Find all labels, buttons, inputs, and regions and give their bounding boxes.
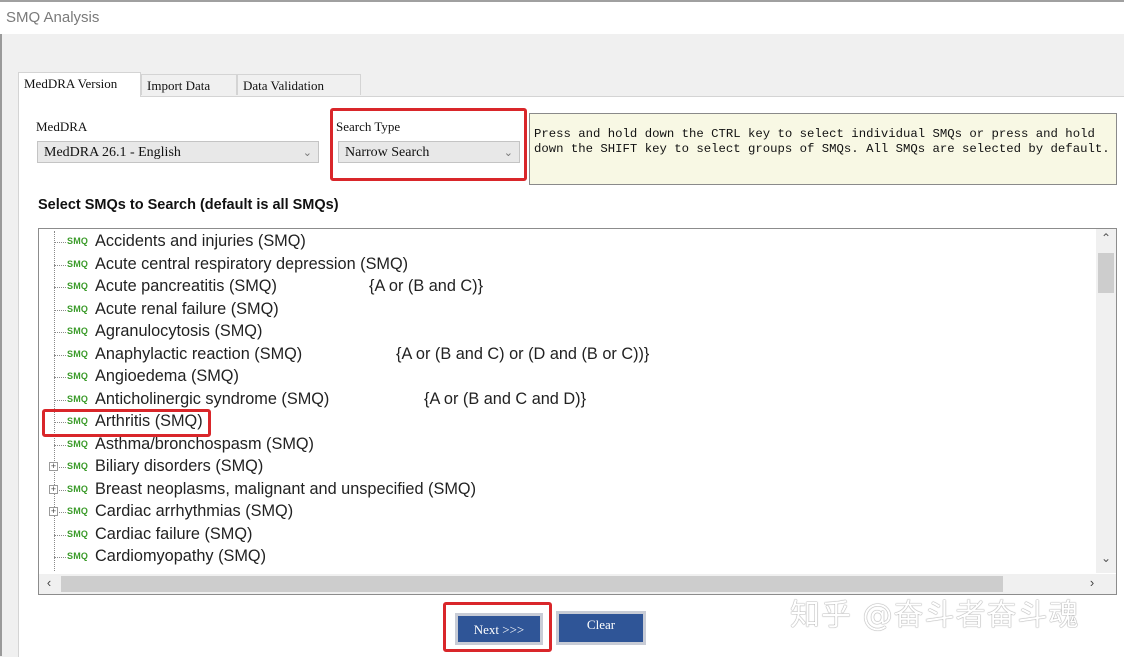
smq-icon: SMQ [67, 326, 89, 336]
search-type-label: Search Type [336, 119, 401, 134]
tree-connector [54, 399, 66, 401]
vertical-scroll-thumb[interactable] [1098, 253, 1114, 293]
smq-item-name: Cardiac arrhythmias (SMQ) [95, 502, 294, 520]
smq-tree-item[interactable]: SMQ Anaphylactic reaction (SMQ) {A or (B a… [39, 344, 1095, 367]
smq-tree-item[interactable]: SMQ Acute pancreatitis (SMQ) {A or (B and … [39, 276, 1095, 299]
meddra-version-select[interactable]: MedDRA 26.1 - English ⌄ [37, 141, 319, 163]
expand-icon[interactable]: + [49, 507, 58, 516]
search-type-value: Narrow Search [345, 145, 430, 160]
smq-algorithm-formula: {A or (B and C and D)} [424, 389, 587, 408]
window-title: SMQ Analysis [6, 9, 100, 26]
tree-connector [54, 354, 66, 356]
smq-icon: SMQ [67, 281, 89, 291]
smq-icon: SMQ [67, 393, 89, 404]
expand-icon[interactable]: + [49, 462, 58, 471]
vertical-scrollbar[interactable]: ⌃ ⌄ [1096, 229, 1116, 573]
tree-connector [54, 332, 66, 333]
smq-algorithm-formula: {A or (B and C) or (D and (B or C))} [396, 344, 650, 363]
smq-tree-item[interactable]: SMQ Cardiac failure (SMQ) [39, 524, 1095, 547]
smq-tree-item[interactable]: SMQ Arthritis (SMQ) [39, 411, 1095, 434]
tree-connector [54, 377, 66, 378]
smq-icon: SMQ [67, 258, 89, 269]
smq-tree-item[interactable]: SMQ Angioedema (SMQ) [39, 366, 1095, 389]
tab-import-data[interactable]: Import Data [141, 74, 237, 95]
tab-data-validation[interactable]: Data Validation [237, 74, 361, 95]
smq-tree-item[interactable]: SMQ Agranulocytosis (SMQ) [39, 321, 1095, 344]
smq-item-name: Acute pancreatitis (SMQ) [95, 277, 277, 295]
smq-icon: SMQ [67, 416, 89, 426]
smq-tree[interactable]: SMQ Accidents and injuries (SMQ) SMQ Acute … [38, 228, 1117, 595]
smq-icon: SMQ [67, 348, 89, 359]
smq-item-name: Cardiomyopathy (SMQ) [95, 547, 267, 565]
meddra-label: MedDRA [36, 119, 88, 134]
watermark: 知乎 @奋斗者奋斗魂 [790, 598, 1080, 633]
smq-tree-item[interactable]: + SMQ Biliary disorders (SMQ) [39, 456, 1095, 479]
smq-item-name: Acute central respiratory depression (SM… [95, 254, 409, 273]
smq-item-name: Asthma/bronchospasm (SMQ) [95, 434, 314, 453]
tree-connector [54, 557, 66, 558]
smq-icon: SMQ [67, 551, 89, 561]
section-title: Select SMQs to Search (default is all SM… [38, 197, 339, 213]
selection-hint: Press and hold down the CTRL key to sele… [529, 113, 1117, 185]
scroll-down-icon[interactable]: ⌄ [1096, 551, 1116, 571]
smq-icon: SMQ [67, 506, 89, 516]
smq-icon: SMQ [67, 483, 89, 494]
smq-tree-item[interactable]: SMQ Accidents and injuries (SMQ) [39, 231, 1095, 254]
smq-tree-rows: SMQ Accidents and injuries (SMQ) SMQ Acute … [39, 231, 1095, 571]
smq-item-name: Anaphylactic reaction (SMQ) [95, 344, 303, 363]
chevron-down-icon: ⌄ [302, 147, 312, 159]
smq-tree-item[interactable]: SMQ Cardiomyopathy (SMQ) [39, 546, 1095, 569]
smq-item-name: Anticholinergic syndrome (SMQ) [95, 389, 330, 408]
smq-tree-item[interactable]: SMQ Acute renal failure (SMQ) [39, 299, 1095, 322]
smq-tree-item[interactable]: SMQ Acute central respiratory depression … [39, 254, 1095, 277]
smq-icon: SMQ [67, 461, 89, 471]
tree-connector [54, 264, 66, 266]
chevron-down-icon: ⌄ [503, 147, 513, 159]
smq-item-name: Acute renal failure (SMQ) [95, 299, 279, 318]
smq-tree-item[interactable]: SMQ Anticholinergic syndrome (SMQ) {A or (… [39, 389, 1095, 412]
smq-icon: SMQ [67, 236, 89, 246]
meddra-version-value: MedDRA 26.1 - English [44, 145, 181, 160]
smq-algorithm-formula: {A or (B and C)} [369, 277, 484, 295]
scroll-left-icon[interactable]: ‹ [39, 575, 59, 593]
tree-connector [54, 422, 66, 423]
expand-icon[interactable]: + [49, 484, 58, 494]
search-type-select[interactable]: Narrow Search ⌄ [338, 141, 520, 163]
smq-tree-item[interactable]: + SMQ Cardiac arrhythmias (SMQ) [39, 501, 1095, 524]
next-button[interactable]: Next >>> [455, 613, 543, 645]
smq-tree-item[interactable]: SMQ Asthma/bronchospasm (SMQ) [39, 434, 1095, 457]
tree-connector [54, 242, 66, 243]
smq-item-name: Agranulocytosis (SMQ) [95, 322, 263, 340]
title-bar: SMQ Analysis [0, 0, 1124, 34]
smq-item-name: Accidents and injuries (SMQ) [95, 232, 306, 250]
scroll-up-icon[interactable]: ⌃ [1096, 231, 1116, 251]
tree-connector [54, 534, 66, 536]
smq-tree-item[interactable]: + SMQ Breast neoplasms, malignant and unsp… [39, 479, 1095, 502]
smq-item-name: Biliary disorders (SMQ) [95, 457, 264, 475]
smq-icon: SMQ [67, 303, 89, 314]
smq-item-name: Arthritis (SMQ) [95, 412, 203, 430]
clear-button[interactable]: Clear [556, 611, 646, 645]
tree-connector [54, 444, 66, 446]
smq-item-name: Breast neoplasms, malignant and unspecif… [95, 479, 476, 498]
scroll-right-icon[interactable]: › [1082, 575, 1102, 593]
tree-connector [54, 287, 66, 288]
tree-connector [54, 309, 66, 311]
tab-meddra-version[interactable]: MedDRA Version [18, 72, 141, 97]
smq-item-name: Cardiac failure (SMQ) [95, 524, 253, 543]
smq-icon: SMQ [67, 528, 89, 539]
window-border [0, 0, 2, 656]
smq-icon: SMQ [67, 371, 89, 381]
smq-icon: SMQ [67, 438, 89, 449]
smq-item-name: Angioedema (SMQ) [95, 367, 239, 385]
